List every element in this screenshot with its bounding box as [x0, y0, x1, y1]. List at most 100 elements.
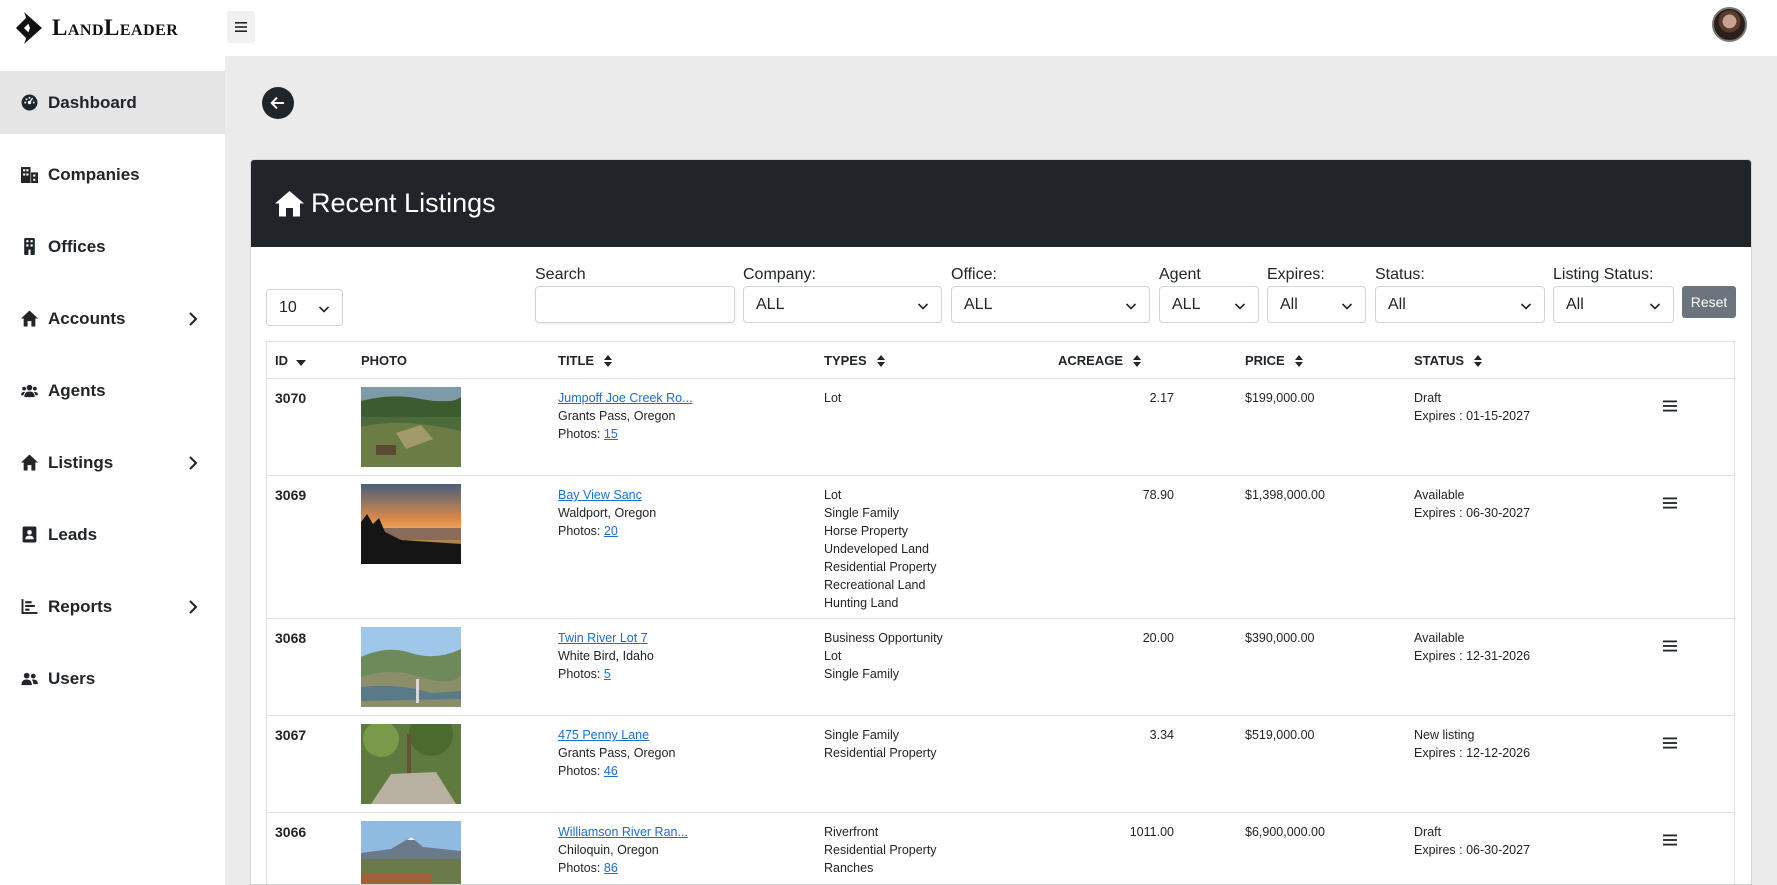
- reset-button[interactable]: Reset: [1682, 286, 1736, 318]
- listing-type: Undeveloped Land: [824, 542, 929, 556]
- office-select[interactable]: ALL: [951, 286, 1150, 323]
- listing-type: Single Family: [824, 728, 900, 742]
- sort-icon: [1294, 354, 1303, 367]
- column-header-acreage[interactable]: ACREAGE: [1058, 353, 1142, 368]
- listing-photos: Photos: 20: [558, 522, 656, 540]
- listing-photos: Photos: 46: [558, 762, 675, 780]
- expires-value: Expires : 01-15-2027: [1414, 409, 1531, 423]
- listing-photos: Photos: 5: [558, 665, 654, 683]
- row-menu-icon[interactable]: [1663, 399, 1677, 413]
- listing-types: Riverfront Residential Property Ranches: [824, 823, 937, 877]
- chevron-right-icon: [186, 455, 200, 470]
- status-value: Draft: [1414, 391, 1442, 405]
- listing-location: Grants Pass, Oregon: [558, 746, 676, 760]
- user-avatar[interactable]: [1712, 7, 1747, 42]
- row-menu-icon[interactable]: [1663, 833, 1677, 847]
- row-menu-icon[interactable]: [1663, 639, 1677, 653]
- column-header-types[interactable]: TYPES: [824, 353, 885, 368]
- column-header-title[interactable]: TITLE: [558, 353, 613, 368]
- listing-title-link[interactable]: Bay View Sanc: [558, 486, 656, 504]
- listing-title-link[interactable]: Williamson River Ran...: [558, 823, 688, 841]
- sidebar-item-label: Agents: [48, 380, 106, 400]
- listing-photo[interactable]: [361, 387, 461, 467]
- sidebar-item-listings[interactable]: Listings: [0, 431, 225, 494]
- listing-photo[interactable]: [361, 821, 461, 885]
- chevron-down-icon: [318, 302, 330, 314]
- listing-id: 3068: [275, 630, 307, 646]
- sidebar-item-users[interactable]: Users: [0, 647, 225, 710]
- row-menu-icon[interactable]: [1663, 736, 1677, 750]
- sidebar-item-label: Offices: [48, 236, 106, 256]
- sidebar-item-accounts[interactable]: Accounts: [0, 287, 225, 350]
- listing-location: Grants Pass, Oregon: [558, 409, 676, 423]
- photos-count-link[interactable]: 15: [604, 427, 618, 441]
- listing-id: 3070: [275, 390, 307, 406]
- office-building-icon: [20, 237, 39, 256]
- listing-location: White Bird, Idaho: [558, 649, 654, 663]
- expires-select[interactable]: All: [1267, 286, 1366, 323]
- search-label: Search: [535, 266, 586, 283]
- sidebar-item-offices[interactable]: Offices: [0, 215, 225, 278]
- listing-price: $6,900,000.00: [1245, 825, 1325, 839]
- photos-count-link[interactable]: 46: [604, 764, 618, 778]
- listing-photo[interactable]: [361, 484, 461, 564]
- listing-photo[interactable]: [361, 627, 461, 707]
- expires-select-value: All: [1280, 295, 1298, 313]
- agent-select-value: ALL: [1172, 295, 1201, 313]
- column-header-label: ACREAGE: [1058, 353, 1124, 368]
- sidebar-item-label: Dashboard: [48, 92, 137, 112]
- hamburger-icon: [235, 22, 247, 32]
- column-header-photo: PHOTO: [361, 353, 407, 368]
- menu-toggle-button[interactable]: [227, 11, 255, 43]
- listing-title-cell: Bay View Sanc Waldport, Oregon Photos: 2…: [558, 486, 656, 540]
- status-value: Available: [1414, 488, 1465, 502]
- sidebar-item-companies[interactable]: Companies: [0, 143, 225, 206]
- photos-count-link[interactable]: 86: [604, 861, 618, 875]
- logo[interactable]: LandLeader: [14, 8, 178, 48]
- table-row: 3068 Twin River Lot 7 White Bird, Idaho …: [267, 619, 1734, 716]
- chevron-down-icon: [1234, 299, 1246, 311]
- search-input[interactable]: [535, 286, 735, 323]
- sidebar-item-dashboard[interactable]: Dashboard: [0, 71, 225, 134]
- chevron-down-icon: [1341, 299, 1353, 311]
- page-size-select[interactable]: 10: [266, 289, 343, 326]
- status-select[interactable]: All: [1375, 286, 1545, 323]
- expires-value: Expires : 12-12-2026: [1414, 746, 1531, 760]
- sidebar-item-label: Accounts: [48, 308, 126, 328]
- listing-title-link[interactable]: 475 Penny Lane: [558, 726, 675, 744]
- arrow-left-icon: [270, 96, 284, 110]
- listing-photos: Photos: 86: [558, 859, 688, 877]
- row-menu-icon[interactable]: [1663, 496, 1677, 510]
- expires-value: Expires : 06-30-2027: [1414, 506, 1531, 520]
- column-header-id[interactable]: ID: [275, 353, 306, 368]
- company-select[interactable]: ALL: [743, 286, 942, 323]
- chevron-right-icon: [186, 311, 200, 326]
- photos-count-link[interactable]: 20: [604, 524, 618, 538]
- agent-select[interactable]: ALL: [1159, 286, 1259, 323]
- listing-photo[interactable]: [361, 724, 461, 804]
- listing-id: 3069: [275, 487, 307, 503]
- sidebar-item-reports[interactable]: Reports: [0, 575, 225, 638]
- listing-status: Draft Expires : 01-15-2027: [1414, 389, 1530, 425]
- table-row: 3070 Jumpoff Joe Creek Ro... Grants Pass…: [267, 379, 1734, 476]
- people-icon: [20, 381, 39, 400]
- column-header-status[interactable]: STATUS: [1414, 353, 1483, 368]
- card-title: Recent Listings: [311, 188, 496, 218]
- status-label: Status:: [1375, 266, 1425, 283]
- column-header-label: STATUS: [1414, 353, 1465, 368]
- back-button[interactable]: [262, 87, 294, 119]
- listing-status-select[interactable]: All: [1553, 286, 1674, 323]
- listing-title-link[interactable]: Jumpoff Joe Creek Ro...: [558, 389, 693, 407]
- column-header-price[interactable]: PRICE: [1245, 353, 1303, 368]
- listing-price: $390,000.00: [1245, 631, 1315, 645]
- expires-value: Expires : 12-31-2026: [1414, 649, 1531, 663]
- listing-photos: Photos: 15: [558, 425, 693, 443]
- photos-count-link[interactable]: 5: [604, 667, 611, 681]
- photos-label: Photos:: [558, 427, 601, 441]
- sidebar-item-leads[interactable]: Leads: [0, 503, 225, 566]
- sidebar-item-agents[interactable]: Agents: [0, 359, 225, 422]
- listing-title-link[interactable]: Twin River Lot 7: [558, 629, 654, 647]
- listing-type: Hunting Land: [824, 596, 899, 610]
- listing-status: New listing Expires : 12-12-2026: [1414, 726, 1530, 762]
- listing-location: Waldport, Oregon: [558, 506, 657, 520]
